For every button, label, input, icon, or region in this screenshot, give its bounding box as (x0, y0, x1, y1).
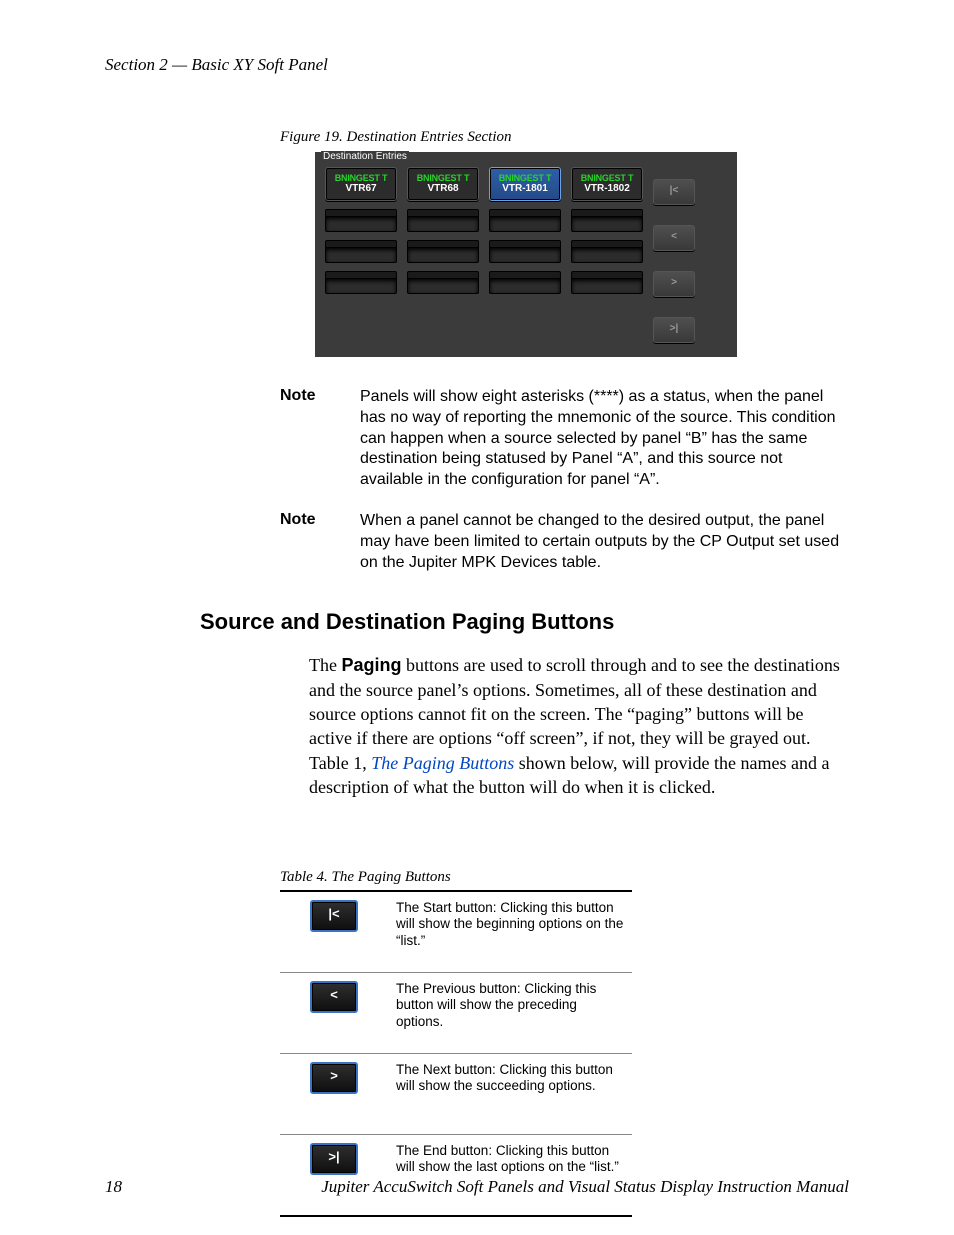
previous-button-icon: < (310, 981, 358, 1013)
entry-source-label: BNINGEST T (326, 174, 396, 184)
entry-source-label: BNINGEST T (490, 174, 560, 184)
entry-dest-label: VTR68 (408, 183, 478, 194)
page-last-button[interactable]: >| (653, 317, 695, 343)
entry-source-label: BNINGEST T (408, 174, 478, 184)
start-button-icon: |< (310, 900, 358, 932)
table-row: > The Next button: Clicking this button … (280, 1054, 632, 1135)
note-label: Note (280, 511, 360, 573)
section-heading: Source and Destination Paging Buttons (200, 609, 849, 635)
dest-entry-button[interactable]: BNINGEST T VTR-1802 (571, 167, 643, 201)
footer-title: Jupiter AccuSwitch Soft Panels and Visua… (321, 1177, 849, 1197)
table-desc: The End button: Clicking this button wil… (388, 1135, 632, 1217)
para-text: The (309, 655, 341, 675)
note-label: Note (280, 387, 360, 491)
page-next-button[interactable]: > (653, 271, 695, 297)
dest-entry-button-selected[interactable]: BNINGEST T VTR-1801 (489, 167, 561, 201)
table-row: |< The Start button: Clicking this butto… (280, 891, 632, 973)
table-desc: The Start button: Clicking this button w… (388, 891, 632, 973)
note-block: Note When a panel cannot be changed to t… (105, 511, 849, 573)
table-desc: The Next button: Clicking this button wi… (388, 1054, 632, 1135)
end-button-icon: >| (310, 1143, 358, 1175)
table-desc: The Previous button: Clicking this butto… (388, 973, 632, 1054)
next-button-icon: > (310, 1062, 358, 1094)
dest-entry-button[interactable]: BNINGEST T VTR68 (407, 167, 479, 201)
destination-entries-panel: Destination Entries BNINGEST T VTR67 BNI… (315, 152, 737, 357)
para-bold: Paging (341, 655, 401, 675)
note-text: Panels will show eight asterisks (****) … (360, 387, 849, 491)
table-caption: Table 4. The Paging Buttons (280, 869, 849, 886)
note-text: When a panel cannot be changed to the de… (360, 511, 849, 573)
entry-dest-label: VTR-1801 (490, 183, 560, 194)
page-number: 18 (105, 1177, 122, 1197)
dest-entry-button[interactable]: BNINGEST T VTR67 (325, 167, 397, 201)
entry-dest-label: VTR-1802 (572, 183, 642, 194)
table-row: < The Previous button: Clicking this but… (280, 973, 632, 1054)
page-first-button[interactable]: |< (653, 179, 695, 205)
running-header: Section 2 — Basic XY Soft Panel (105, 55, 849, 75)
figure-caption: Figure 19. Destination Entries Section (280, 129, 849, 146)
paging-buttons-link[interactable]: The Paging Buttons (371, 753, 514, 773)
table-row: >| The End button: Clicking this button … (280, 1135, 632, 1217)
entry-source-label: BNINGEST T (572, 174, 642, 184)
note-block: Note Panels will show eight asterisks (*… (105, 387, 849, 491)
body-paragraph: The Paging buttons are used to scroll th… (309, 653, 849, 799)
paging-buttons-table: |< The Start button: Clicking this butto… (280, 890, 632, 1217)
fieldset-label: Destination Entries (321, 151, 409, 162)
page-prev-button[interactable]: < (653, 225, 695, 251)
entry-dest-label: VTR67 (326, 183, 396, 194)
